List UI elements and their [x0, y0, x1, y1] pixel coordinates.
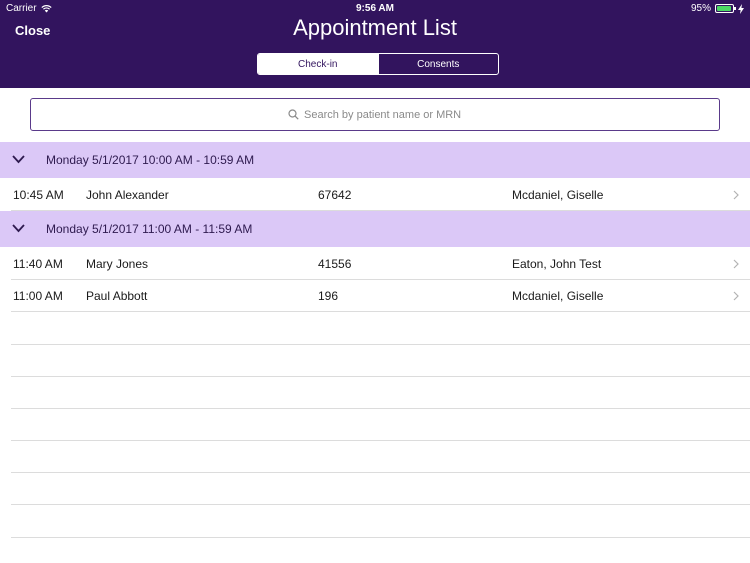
search-input[interactable] [304, 108, 464, 121]
segmented-control: Check-in Consents [257, 53, 499, 75]
row-separator [11, 376, 750, 377]
chevron-right-icon [733, 291, 739, 301]
chevron-down-icon [12, 224, 25, 233]
group-label: Monday 5/1/2017 10:00 AM - 10:59 AM [46, 153, 255, 167]
charging-bolt-icon [738, 3, 744, 14]
chevron-right-icon [733, 259, 739, 269]
patient-name: Paul Abbott [86, 289, 148, 303]
battery-percent: 95% [690, 3, 711, 14]
group-header-11am[interactable]: Monday 5/1/2017 11:00 AM - 11:59 AM [0, 211, 750, 247]
appointment-row[interactable]: 10:45 AM John Alexander 67642 Mcdaniel, … [0, 179, 750, 211]
status-time: 9:56 AM [356, 3, 394, 14]
battery-icon [715, 4, 736, 13]
search-inner [31, 99, 721, 130]
chevron-down-icon [12, 155, 25, 164]
appointment-time: 11:40 AM [13, 257, 63, 271]
appointment-time: 10:45 AM [13, 188, 64, 202]
row-separator [11, 440, 750, 441]
status-bar: Carrier 9:56 AM 95% [0, 0, 750, 16]
row-separator [11, 408, 750, 409]
nav-header: Carrier 9:56 AM 95% Close Appointment Li… [0, 0, 750, 88]
provider-name: Eaton, John Test [512, 257, 602, 271]
patient-mrn: 67642 [318, 188, 352, 202]
provider-name: Mcdaniel, Giselle [512, 289, 604, 303]
appointment-row[interactable]: 11:00 AM Paul Abbott 196 Mcdaniel, Gisel… [0, 280, 750, 312]
patient-mrn: 196 [318, 289, 339, 303]
tab-check-in[interactable]: Check-in [258, 54, 378, 74]
patient-mrn: 41556 [318, 257, 352, 271]
group-label: Monday 5/1/2017 11:00 AM - 11:59 AM [46, 222, 253, 236]
row-separator [11, 472, 750, 473]
patient-name: Mary Jones [86, 257, 149, 271]
row-separator [11, 344, 750, 345]
appointment-row[interactable]: 11:40 AM Mary Jones 41556 Eaton, John Te… [0, 248, 750, 280]
row-separator [11, 537, 750, 538]
chevron-right-icon [733, 190, 739, 200]
row-separator [11, 504, 750, 505]
status-right: 95% [691, 3, 744, 14]
page-title: Appointment List [293, 15, 457, 40]
tab-consents[interactable]: Consents [377, 54, 499, 74]
provider-name: Mcdaniel, Giselle [512, 188, 604, 202]
search-icon [288, 109, 299, 120]
patient-name: John Alexander [86, 188, 169, 202]
group-header-10am[interactable]: Monday 5/1/2017 10:00 AM - 10:59 AM [0, 142, 750, 178]
appointment-time: 11:00 AM [13, 289, 63, 303]
search-bar[interactable] [30, 98, 720, 131]
